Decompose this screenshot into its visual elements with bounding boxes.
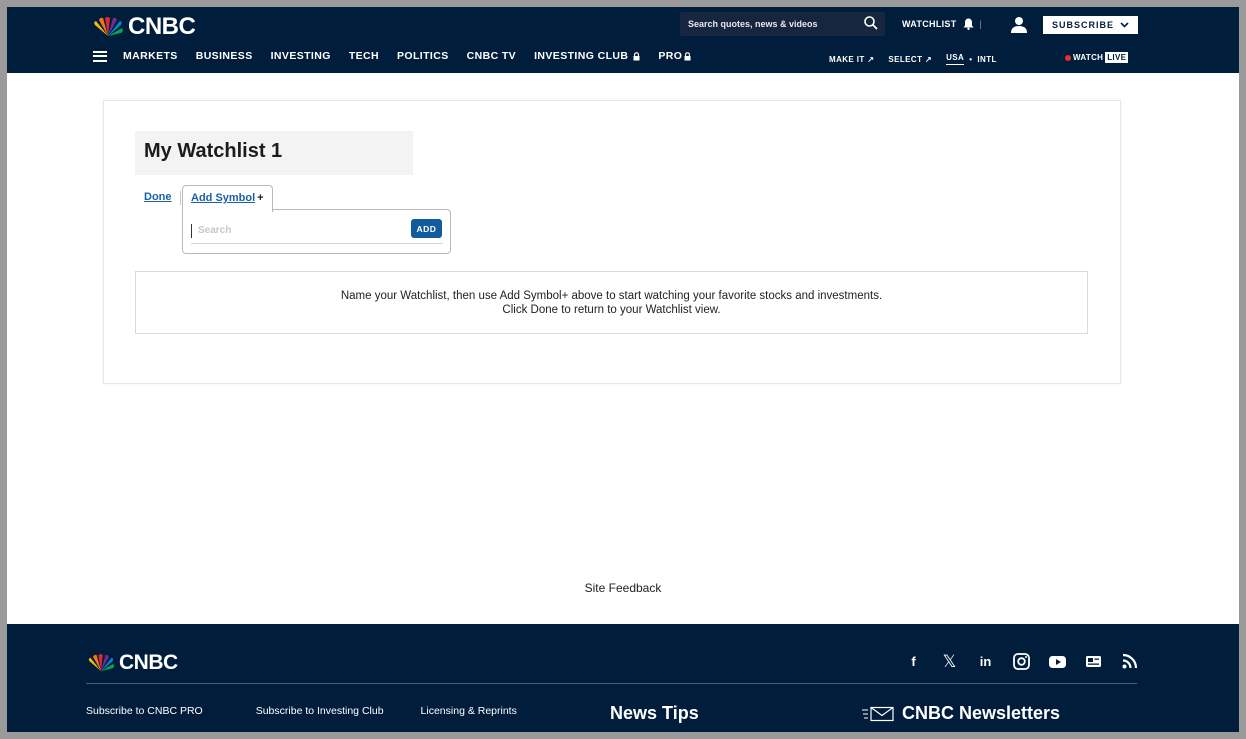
browser-viewport: CNBC Search quotes, news & videos WATCHL…: [7, 7, 1239, 732]
main-nav: MARKETS BUSINESS INVESTING TECH POLITICS…: [93, 50, 709, 62]
user-account-icon[interactable]: [1010, 16, 1028, 34]
text-caret: [191, 223, 192, 238]
secondary-nav: MAKE IT ↗ SELECT ↗ USA • INTL: [829, 53, 1011, 65]
external-link-icon: ↗: [925, 54, 933, 64]
watchlist-instructions: Name your Watchlist, then use Add Symbol…: [135, 271, 1088, 334]
select-link[interactable]: SELECT ↗: [888, 55, 932, 64]
plus-icon: +: [257, 192, 264, 204]
instructions-line-1: Name your Watchlist, then use Add Symbol…: [340, 289, 883, 302]
cnbc-logo[interactable]: CNBC: [91, 13, 196, 41]
bell-icon: [963, 18, 974, 30]
live-badge: LIVE: [1105, 52, 1129, 63]
nav-item-pro[interactable]: PRO: [658, 50, 691, 62]
envelope-icon: [862, 706, 894, 721]
nav-item-cnbc-tv[interactable]: CNBC TV: [467, 50, 516, 62]
external-link-icon: ↗: [867, 54, 875, 64]
watchlist-label: WATCHLIST: [902, 19, 957, 29]
watchlist-title[interactable]: My Watchlist 1: [135, 131, 413, 175]
lock-icon: [633, 51, 640, 60]
nav-item-tech[interactable]: TECH: [349, 50, 379, 62]
edition-usa[interactable]: USA: [946, 53, 965, 65]
x-icon[interactable]: 𝕏: [940, 652, 959, 671]
chevron-down-icon: [1120, 22, 1129, 28]
peacock-logo-icon: [94, 17, 123, 36]
search-placeholder: Search quotes, news & videos: [688, 19, 818, 29]
nav-item-investing-club-label: INVESTING CLUB: [534, 50, 629, 62]
site-footer: CNBC f 𝕏 in Subscribe to CNBC PRO Subscr…: [7, 624, 1239, 732]
search-icon[interactable]: [863, 15, 879, 31]
make-it-label: MAKE IT: [829, 54, 865, 64]
logo-wordmark: CNBC: [128, 13, 196, 40]
news-tips-heading[interactable]: News Tips: [610, 703, 699, 724]
add-symbol-label: Add Symbol: [191, 192, 256, 204]
news-icon[interactable]: [1084, 652, 1103, 671]
footer-logo-wordmark: CNBC: [119, 651, 178, 674]
youtube-icon[interactable]: [1048, 652, 1067, 671]
linkedin-icon[interactable]: in: [976, 652, 995, 671]
hamburger-menu-icon[interactable]: [93, 50, 107, 62]
edition-intl[interactable]: INTL: [977, 55, 996, 64]
subscribe-button[interactable]: SUBSCRIBE: [1043, 16, 1138, 34]
watchlist-link[interactable]: WATCHLIST |: [902, 18, 982, 30]
live-dot-icon: [1065, 54, 1071, 61]
watch-label: WATCH: [1073, 53, 1104, 62]
nav-item-business[interactable]: BUSINESS: [196, 50, 253, 62]
footer-links: Subscribe to CNBC PRO Subscribe to Inves…: [86, 705, 570, 717]
subscribe-label: SUBSCRIBE: [1051, 20, 1114, 30]
newsletters-link[interactable]: CNBC Newsletters: [862, 703, 1060, 724]
lock-icon: [684, 51, 691, 60]
footer-divider: [86, 683, 1137, 684]
symbol-search-input[interactable]: [198, 225, 398, 236]
instructions-line-2: Click Done to return to your Watchlist v…: [502, 303, 721, 316]
nav-item-pro-label: PRO: [658, 50, 683, 62]
select-label: SELECT: [888, 54, 923, 64]
site-header: CNBC Search quotes, news & videos WATCHL…: [7, 7, 1239, 73]
add-symbol-panel: ADD: [182, 209, 451, 254]
nav-item-markets[interactable]: MARKETS: [123, 50, 178, 62]
rss-icon[interactable]: [1120, 652, 1139, 671]
add-button[interactable]: ADD: [411, 219, 442, 238]
facebook-icon[interactable]: f: [904, 652, 923, 671]
social-links: f 𝕏 in: [904, 652, 1139, 671]
footer-cnbc-logo[interactable]: CNBC: [86, 651, 178, 675]
footer-link-cnbc-pro[interactable]: Subscribe to CNBC PRO: [86, 705, 203, 717]
nav-item-politics[interactable]: POLITICS: [397, 50, 449, 62]
add-symbol-tab[interactable]: Add Symbol +: [182, 185, 273, 212]
divider: [180, 191, 181, 205]
site-feedback-label: Site Feedback: [584, 581, 662, 595]
nav-item-investing[interactable]: INVESTING: [271, 50, 331, 62]
nav-item-investing-club[interactable]: INVESTING CLUB: [534, 50, 640, 62]
site-feedback-link[interactable]: Site Feedback: [7, 581, 1239, 595]
symbol-search-field[interactable]: ADD: [191, 218, 443, 244]
peacock-logo-icon: [88, 654, 115, 671]
footer-link-investing-club[interactable]: Subscribe to Investing Club: [256, 705, 384, 717]
watchlist-card: My Watchlist 1 Done Add Symbol+ ADD Name…: [103, 100, 1121, 384]
header-search-input[interactable]: Search quotes, news & videos: [680, 12, 885, 36]
footer-link-licensing[interactable]: Licensing & Reprints: [421, 705, 517, 717]
edition-separator: •: [969, 54, 973, 64]
newsletters-label: CNBC Newsletters: [902, 703, 1061, 723]
divider: |: [979, 19, 983, 29]
watch-live-button[interactable]: WATCH LIVE: [1065, 52, 1129, 63]
make-it-link[interactable]: MAKE IT ↗: [829, 55, 874, 64]
instagram-icon[interactable]: [1012, 652, 1031, 671]
done-link[interactable]: Done: [144, 191, 172, 203]
